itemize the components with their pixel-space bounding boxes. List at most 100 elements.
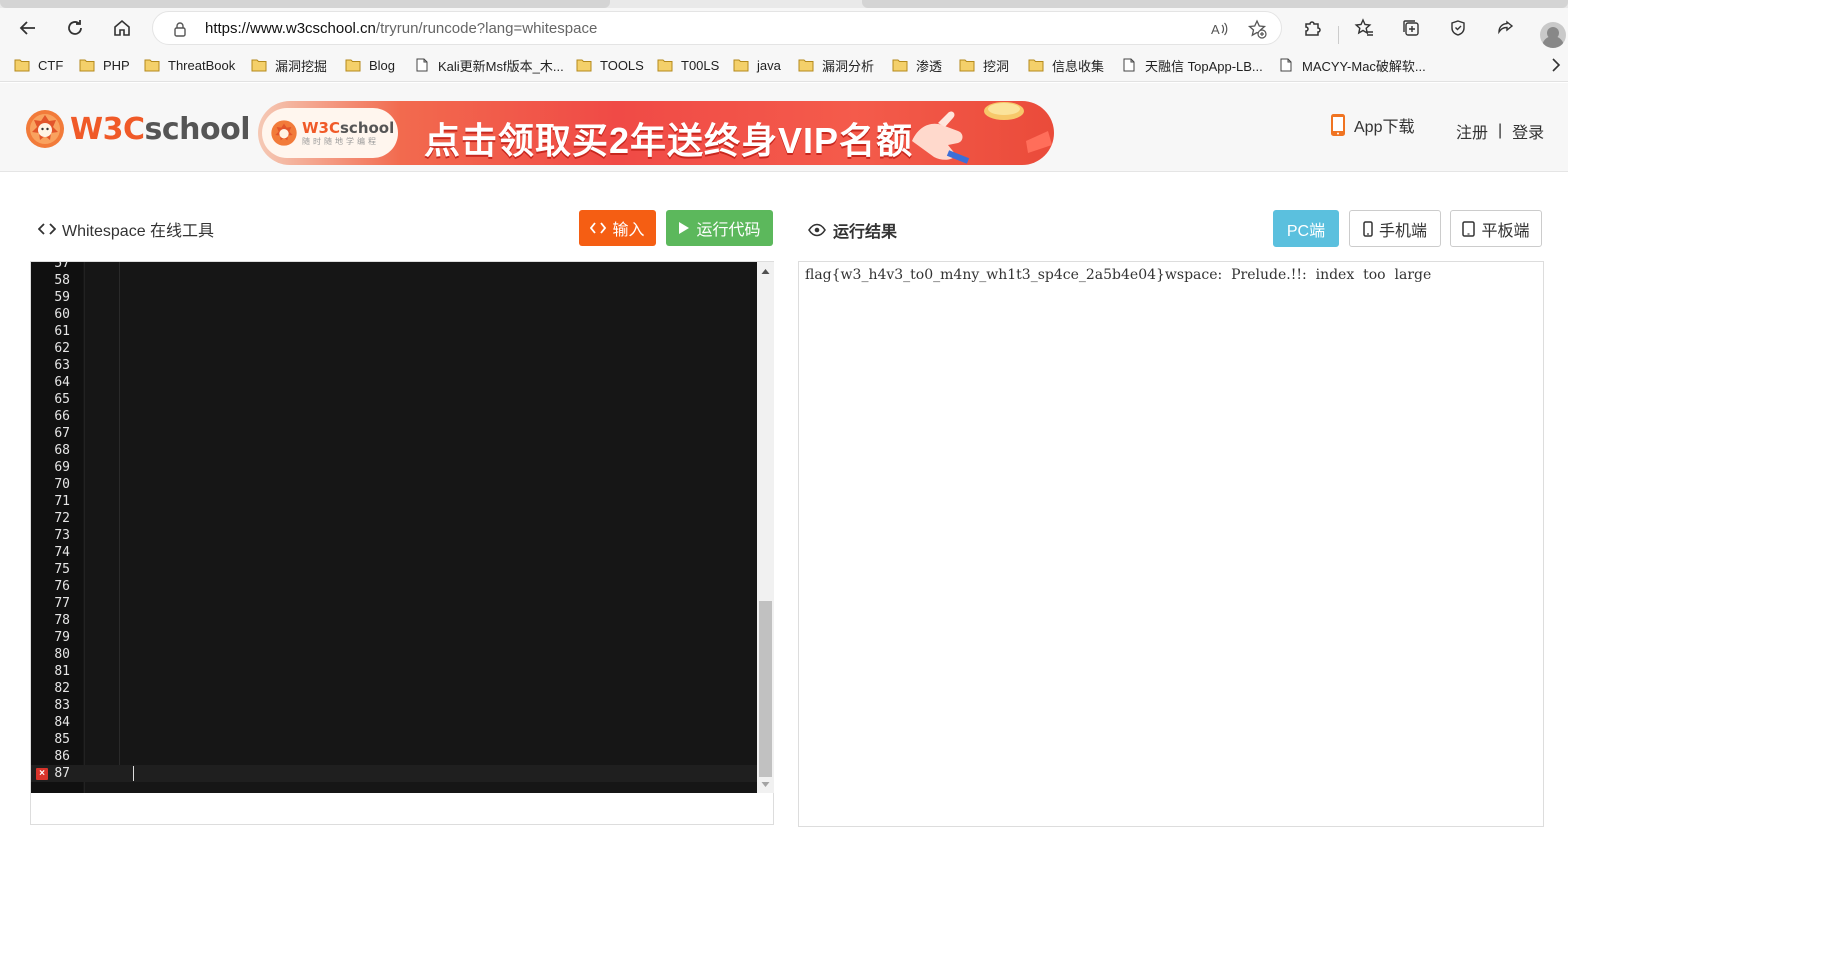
editor-line[interactable]: 57 bbox=[31, 262, 757, 272]
editor-line[interactable]: 85 bbox=[31, 731, 757, 748]
editor-line-active[interactable]: 87 × bbox=[31, 765, 757, 782]
browser-tab[interactable] bbox=[862, 0, 1568, 8]
back-button[interactable] bbox=[12, 12, 44, 44]
line-number: 60 bbox=[54, 307, 70, 322]
editor-line[interactable]: 77 bbox=[31, 595, 757, 612]
bookmark-item[interactable]: ThreatBook bbox=[144, 56, 235, 74]
editor-line[interactable]: 65 bbox=[31, 391, 757, 408]
app-download-link[interactable]: App下载 bbox=[1330, 113, 1414, 137]
browser-essentials-button[interactable] bbox=[1442, 12, 1474, 44]
bookmark-item[interactable]: java bbox=[733, 56, 781, 74]
register-link[interactable]: 注册 bbox=[1456, 119, 1488, 143]
editor-line[interactable]: 73 bbox=[31, 527, 757, 544]
line-number: 77 bbox=[54, 596, 70, 611]
site-logo[interactable]: W3Cschool bbox=[24, 108, 250, 150]
input-button-label: 输入 bbox=[612, 222, 645, 239]
share-button[interactable] bbox=[1489, 12, 1521, 44]
editor-line[interactable]: 81 bbox=[31, 663, 757, 680]
editor-line[interactable]: 78 bbox=[31, 612, 757, 629]
editor-line[interactable]: 72 bbox=[31, 510, 757, 527]
profile-avatar[interactable] bbox=[1540, 22, 1566, 48]
mobile-view-button[interactable]: 手机端 bbox=[1349, 210, 1441, 247]
home-button[interactable] bbox=[106, 12, 138, 44]
line-number: 68 bbox=[54, 443, 70, 458]
tablet-view-button[interactable]: 平板端 bbox=[1450, 210, 1542, 247]
editor-line[interactable]: 63 bbox=[31, 357, 757, 374]
collections-button[interactable] bbox=[1395, 12, 1427, 44]
bookmark-item[interactable]: Kali更新Msf版本_木... bbox=[414, 56, 564, 74]
editor-line[interactable]: 61 bbox=[31, 323, 757, 340]
banner-brand-suffix: school bbox=[340, 118, 395, 137]
url-text[interactable]: https://www.w3cschool.cn/tryrun/runcode?… bbox=[205, 20, 597, 37]
promo-banner[interactable]: W3Cschool 随时随地学编程 点击领取买2年送终身VIP名额 bbox=[258, 101, 1054, 165]
chevron-right-icon[interactable] bbox=[1548, 56, 1564, 74]
editor-line[interactable]: 86 bbox=[31, 748, 757, 765]
bookmark-item[interactable]: CTF bbox=[14, 56, 63, 74]
editor-line[interactable]: 74 bbox=[31, 544, 757, 561]
result-output[interactable]: flag{w3_h4v3_to0_m4ny_wh1t3_sp4ce_2a5b4e… bbox=[798, 261, 1544, 827]
add-favorite-icon[interactable] bbox=[1247, 19, 1267, 39]
editor-line[interactable]: 84 bbox=[31, 714, 757, 731]
editor-line[interactable]: 60 bbox=[31, 306, 757, 323]
indent-guide bbox=[119, 578, 120, 595]
editor-line[interactable]: 75 bbox=[31, 561, 757, 578]
editor-line[interactable]: 80 bbox=[31, 646, 757, 663]
logo-suffix: school bbox=[144, 111, 250, 147]
editor-scrollbar[interactable] bbox=[757, 262, 774, 793]
address-bar[interactable]: https://www.w3cschool.cn/tryrun/runcode?… bbox=[152, 11, 1282, 45]
indent-guide bbox=[119, 680, 120, 697]
refresh-button[interactable] bbox=[59, 12, 91, 44]
editor-line[interactable]: 76 bbox=[31, 578, 757, 595]
editor-line[interactable]: 71 bbox=[31, 493, 757, 510]
editor-line[interactable]: 58 bbox=[31, 272, 757, 289]
bookmark-label: 天融信 TopApp-LB... bbox=[1145, 58, 1263, 74]
scrollbar-thumb[interactable] bbox=[759, 601, 772, 777]
editor-line[interactable]: 69 bbox=[31, 459, 757, 476]
bookmark-item[interactable]: T00LS bbox=[657, 56, 719, 74]
bookmark-item[interactable]: 漏洞挖掘 bbox=[251, 56, 327, 74]
error-marker-icon[interactable]: × bbox=[36, 768, 48, 780]
line-number: 84 bbox=[54, 715, 70, 730]
line-number: 76 bbox=[54, 579, 70, 594]
tablet-icon bbox=[1462, 220, 1476, 237]
run-code-button[interactable]: 运行代码 bbox=[666, 210, 773, 246]
bookmark-item[interactable]: PHP bbox=[79, 56, 130, 74]
pc-view-button[interactable]: PC端 bbox=[1273, 210, 1339, 247]
editor-line[interactable]: 64 bbox=[31, 374, 757, 391]
code-editor[interactable]: 57 58 59 60 61 62 63 64 65 66 67 68 69 70 71 72 73 74 75 76… bbox=[30, 261, 774, 825]
editor-line[interactable]: 62 bbox=[31, 340, 757, 357]
bookmark-item[interactable]: TOOLS bbox=[576, 56, 644, 74]
read-aloud-icon[interactable]: A bbox=[1209, 19, 1229, 39]
line-number: 70 bbox=[54, 477, 70, 492]
login-link[interactable]: 登录 bbox=[1512, 119, 1544, 143]
editor-line[interactable]: 79 bbox=[31, 629, 757, 646]
code-brackets-icon bbox=[38, 223, 56, 235]
bookmark-item[interactable]: MACYY-Mac破解软... bbox=[1278, 56, 1426, 74]
editor-canvas[interactable]: 57 58 59 60 61 62 63 64 65 66 67 68 69 70 71 72 73 74 75 76… bbox=[31, 262, 757, 793]
browser-tab[interactable] bbox=[0, 0, 610, 8]
favorites-button[interactable] bbox=[1348, 12, 1380, 44]
folder-icon bbox=[251, 59, 267, 72]
lock-icon[interactable] bbox=[171, 20, 189, 38]
scroll-up-icon[interactable] bbox=[761, 267, 770, 276]
bookmark-item[interactable]: 天融信 TopApp-LB... bbox=[1121, 56, 1263, 74]
editor-line[interactable]: 68 bbox=[31, 442, 757, 459]
heart-shield-icon bbox=[1451, 20, 1465, 36]
bookmark-item[interactable]: Blog bbox=[345, 56, 395, 74]
bookmark-item[interactable]: 挖洞 bbox=[959, 56, 1009, 74]
input-button[interactable]: 输入 bbox=[579, 210, 656, 246]
bookmark-item[interactable]: 信息收集 bbox=[1028, 56, 1104, 74]
line-number: 64 bbox=[54, 375, 70, 390]
editor-line[interactable]: 67 bbox=[31, 425, 757, 442]
extensions-button[interactable] bbox=[1296, 12, 1328, 44]
editor-line[interactable]: 83 bbox=[31, 697, 757, 714]
editor-line[interactable]: 82 bbox=[31, 680, 757, 697]
editor-line[interactable]: 59 bbox=[31, 289, 757, 306]
editor-line[interactable]: 70 bbox=[31, 476, 757, 493]
bookmark-item[interactable]: 漏洞分析 bbox=[798, 56, 874, 74]
indent-guide bbox=[119, 289, 120, 306]
bookmark-item[interactable]: 渗透 bbox=[892, 56, 942, 74]
editor-line[interactable]: 66 bbox=[31, 408, 757, 425]
indent-guide bbox=[119, 595, 120, 612]
scroll-down-icon[interactable] bbox=[761, 780, 770, 789]
